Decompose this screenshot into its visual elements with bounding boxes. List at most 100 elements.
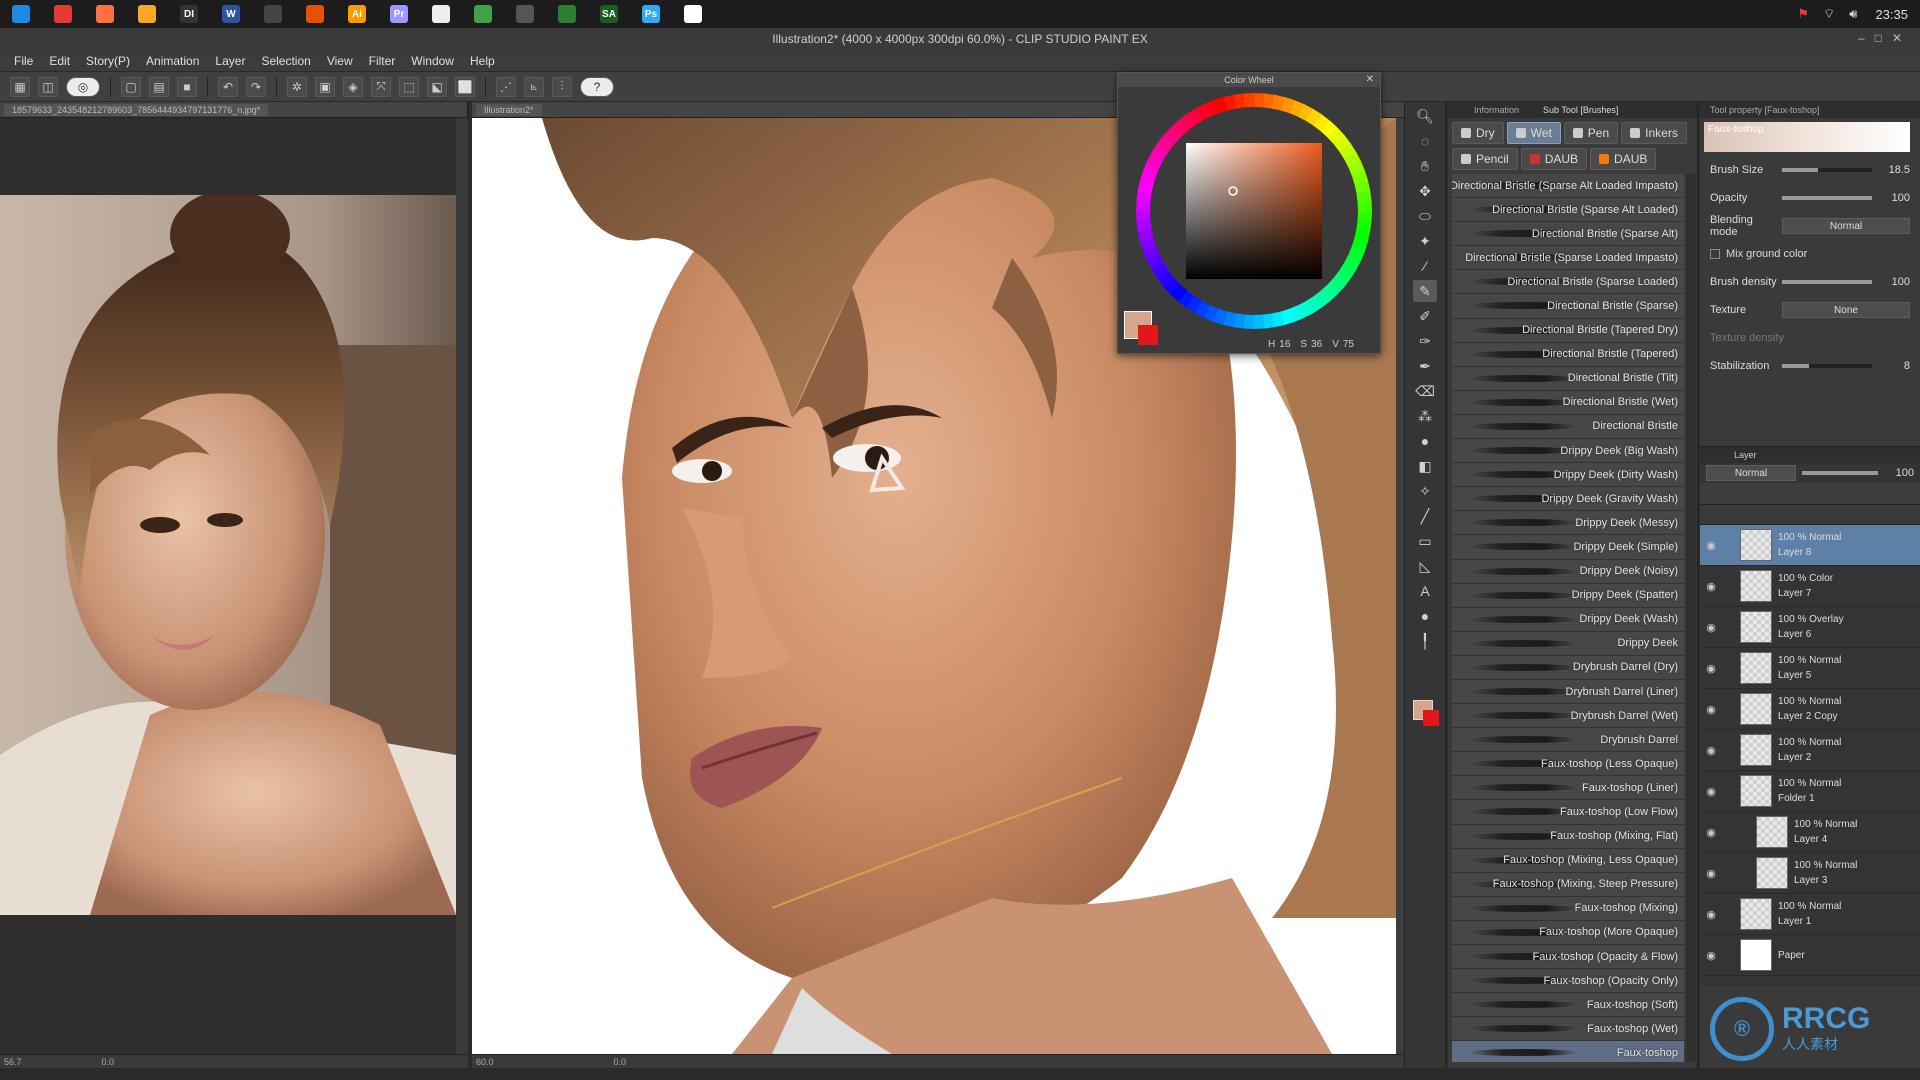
tab-layer[interactable]: Layer <box>1734 450 1757 460</box>
chrome-icon[interactable] <box>54 5 72 23</box>
app-green2-icon[interactable] <box>558 5 576 23</box>
windows-start-icon[interactable] <box>12 5 30 23</box>
frame-icon[interactable]: ▭ <box>1413 530 1437 552</box>
canvas-zoom[interactable]: 60.0 <box>476 1057 494 1067</box>
layer-row[interactable]: ◉ Paper <box>1700 935 1920 976</box>
brush-item[interactable]: Directional Bristle (Tilt) <box>1452 366 1684 391</box>
brush-category-wet[interactable]: Wet <box>1506 122 1561 144</box>
brush-item[interactable]: Directional Bristle <box>1452 414 1684 440</box>
brush-item[interactable]: Drippy Deek (Dirty Wash) <box>1452 463 1684 488</box>
notion-icon[interactable] <box>684 5 702 23</box>
fill-icon[interactable]: ● <box>1413 430 1437 452</box>
brush-item[interactable]: Drybrush Darrel (Wet) <box>1452 704 1684 729</box>
eyedropper-icon[interactable]: ⁄ <box>1413 255 1437 277</box>
mix-ground-checkbox[interactable] <box>1710 249 1720 259</box>
new-file-icon[interactable]: ▢ <box>121 76 141 97</box>
gradient-icon[interactable]: ◧ <box>1413 455 1437 477</box>
reference-tab[interactable]: 18579633_243548212789603_785644493479713… <box>4 103 269 116</box>
auto-select-icon[interactable]: ✦ <box>1413 230 1437 252</box>
brush-item[interactable]: Faux-toshop (Wet) <box>1452 1017 1684 1042</box>
visibility-eye-icon[interactable]: ◉ <box>1700 539 1722 552</box>
layer-row[interactable]: ◉ 100 % Normal Layer 1 <box>1700 894 1920 935</box>
brush-size-slider[interactable] <box>1782 168 1872 172</box>
visibility-eye-icon[interactable]: ◉ <box>1700 662 1722 675</box>
hue-segment[interactable] <box>1357 211 1372 222</box>
brush-category-daub[interactable]: DAUB <box>1590 148 1657 170</box>
menu-filter[interactable]: Filter <box>369 54 396 68</box>
stabilization-slider[interactable] <box>1782 364 1872 368</box>
brush-item[interactable]: Drippy Deek (Messy) <box>1452 511 1684 536</box>
brush-item[interactable]: Directional Bristle (Sparse Alt Loaded I… <box>1452 174 1684 199</box>
opacity-slider[interactable] <box>1782 196 1872 200</box>
brush-item[interactable]: Drippy Deek (Simple) <box>1452 535 1684 560</box>
brush-size-value[interactable]: 18.5 <box>1880 164 1910 176</box>
visibility-eye-icon[interactable]: ◉ <box>1700 744 1722 757</box>
canvas-tab[interactable]: Illustration2* <box>476 103 542 116</box>
brush-item[interactable]: Drippy Deek (Spatter) <box>1452 583 1684 608</box>
save-icon[interactable]: ■ <box>177 76 197 97</box>
hue-segment[interactable] <box>1243 93 1255 108</box>
close-icon[interactable]: ✕ <box>1366 74 1374 85</box>
fill-icon[interactable]: ◈ <box>343 76 363 97</box>
layer-row[interactable]: ◉ 100 % Normal Layer 2 <box>1700 730 1920 771</box>
hue-segment[interactable] <box>1136 210 1151 222</box>
brush-item[interactable]: Directional Bristle (Tapered) <box>1452 342 1684 367</box>
clear-icon[interactable]: ✲ <box>287 76 307 97</box>
layer-row[interactable]: ◉ 100 % Color Layer 7 <box>1700 566 1920 607</box>
hue-segment[interactable] <box>1243 314 1254 329</box>
text-icon[interactable]: A <box>1413 580 1437 602</box>
pen-icon[interactable]: ✒ <box>1413 355 1437 377</box>
maps-icon[interactable] <box>516 5 534 23</box>
brush-item[interactable]: Faux-toshop (More Opaque) <box>1452 920 1684 945</box>
visibility-eye-icon[interactable]: ◉ <box>1700 621 1722 634</box>
menu-window[interactable]: Window <box>411 54 454 68</box>
brush-item[interactable]: Directional Bristle (Wet) <box>1452 390 1684 415</box>
hue-segment[interactable] <box>1253 314 1265 329</box>
brush-item[interactable]: Drippy Deek (Gravity Wash) <box>1452 487 1684 512</box>
menu-edit[interactable]: Edit <box>49 54 70 68</box>
decoration-icon[interactable]: ✑ <box>1413 330 1437 352</box>
deselect-icon[interactable]: ⬚ <box>399 76 419 97</box>
brush-item[interactable]: Drippy Deek <box>1452 631 1684 656</box>
brush-item[interactable]: Directional Bristle (Sparse Alt) <box>1452 222 1684 247</box>
folder-icon[interactable] <box>138 5 156 23</box>
photoshop-icon[interactable]: Ps <box>642 5 660 23</box>
word-icon[interactable]: W <box>222 5 240 23</box>
zoom-icon[interactable]: 🔍︎ <box>1413 105 1437 127</box>
clip-studio-logo-button[interactable]: ◎ <box>66 76 100 97</box>
invert-selection-icon[interactable]: ⬕ <box>427 76 447 97</box>
premiere-icon[interactable]: Pr <box>390 5 408 23</box>
wifi-icon[interactable]: ⌔ <box>1823 6 1835 22</box>
brush-item[interactable]: Faux-toshop (Liner) <box>1452 776 1684 801</box>
brush-item[interactable]: Drippy Deek (Noisy) <box>1452 559 1684 584</box>
airbrush-icon[interactable]: ✐ <box>1413 305 1437 327</box>
eraser-icon[interactable]: ⌫ <box>1413 380 1437 402</box>
balloon-icon[interactable]: ● <box>1413 605 1437 627</box>
camera-icon[interactable]: ◫ <box>38 76 58 97</box>
visibility-eye-icon[interactable]: ◉ <box>1700 785 1722 798</box>
tool-sub-color[interactable] <box>1423 710 1439 726</box>
move-icon[interactable]: ✥ <box>1413 180 1437 202</box>
reference-angle[interactable]: 0.0 <box>102 1057 115 1067</box>
correct-line-icon[interactable]: ╿ <box>1413 630 1437 652</box>
open-folder-icon[interactable]: ▤ <box>149 76 169 97</box>
layer-blend-dropdown[interactable]: Normal <box>1706 465 1796 481</box>
flag-icon[interactable]: ⚑ <box>1797 6 1809 22</box>
brush-item[interactable]: Drybrush Darrel (Dry) <box>1452 655 1684 680</box>
redo-icon[interactable]: ↷ <box>246 76 266 97</box>
color-wheel-titlebar[interactable]: Color Wheel ✕ <box>1118 73 1380 87</box>
brush-item[interactable]: Faux-toshop (Opacity Only) <box>1452 969 1684 994</box>
transform-icon[interactable]: ⤧ <box>371 76 391 97</box>
brush-item[interactable]: Drippy Deek (Big Wash) <box>1452 439 1684 464</box>
visibility-eye-icon[interactable]: ◉ <box>1700 867 1722 880</box>
show-selection-icon[interactable]: ⬜ <box>455 76 475 97</box>
brush-item[interactable]: Faux-toshop (Opacity & Flow) <box>1452 945 1684 970</box>
brush-category-dry[interactable]: Dry <box>1452 122 1504 144</box>
color-wheel-graphic[interactable] <box>1118 87 1382 335</box>
layer-opacity-value[interactable]: 100 <box>1884 467 1914 479</box>
menu-file[interactable]: File <box>14 54 33 68</box>
undo-icon[interactable]: ↶ <box>218 76 238 97</box>
blending-dropdown[interactable]: Normal <box>1782 218 1910 234</box>
density-value[interactable]: 100 <box>1880 276 1910 288</box>
figure-icon[interactable]: ✧ <box>1413 480 1437 502</box>
